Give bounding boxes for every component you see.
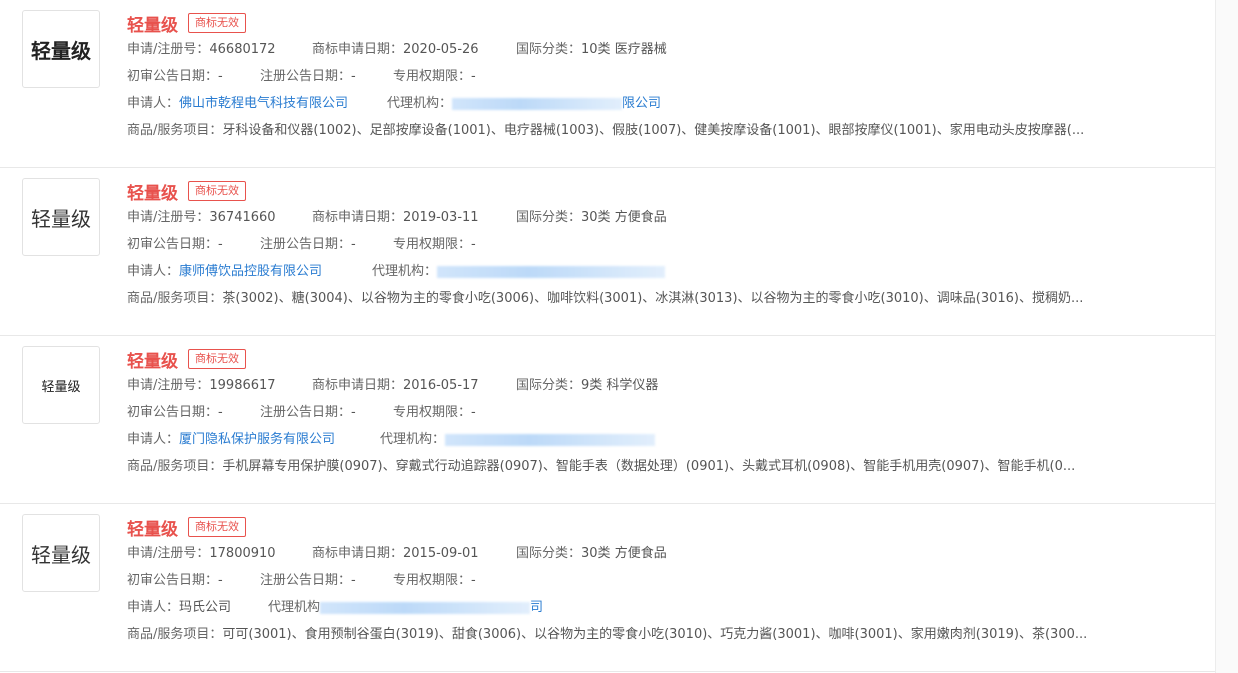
reg-no-field: 申请/注册号：17800910 — [127, 546, 276, 561]
prelim-date-field: 初审公告日期：- — [127, 573, 223, 588]
reg-no-field: 申请/注册号：46680172 — [127, 42, 276, 57]
info-row-goods: 商品/服务项目：茶(3002)、糖(3004)、以谷物为主的零食小吃(3006)… — [127, 285, 1187, 312]
apply-date-field: 商标申请日期：2016-05-17 — [312, 378, 479, 393]
agent-link[interactable]: 司 — [530, 600, 543, 615]
title-row: 轻量级 商标无效 — [127, 514, 1187, 540]
info-row-registration: 申请/注册号：46680172 商标申请日期：2020-05-26 国际分类：10类… — [127, 36, 1187, 63]
info-row-parties: 申请人：玛氏公司 代理机构司 — [127, 594, 1187, 621]
status-badge: 商标无效 — [188, 349, 246, 369]
term-field: 专用权期限：- — [393, 405, 476, 420]
redacted-agent-mask — [445, 433, 656, 446]
trademark-name-link[interactable]: 轻量级 — [127, 515, 178, 540]
list-item[interactable]: 轻量级 轻量级 商标无效 申请/注册号：17800910 商标申请日期：2015-… — [0, 504, 1215, 672]
item-content: 轻量级 商标无效 申请/注册号：17800910 商标申请日期：2015-09-0… — [127, 514, 1187, 648]
applicant-name: 玛氏公司 — [179, 600, 232, 615]
item-content: 轻量级 商标无效 申请/注册号：36741660 商标申请日期：2019-03-1… — [127, 178, 1187, 312]
term-field: 专用权期限：- — [393, 69, 476, 84]
apply-date-field: 商标申请日期：2019-03-11 — [312, 210, 479, 225]
item-content: 轻量级 商标无效 申请/注册号：19986617 商标申请日期：2016-05-1… — [127, 346, 1187, 480]
info-row-goods: 商品/服务项目：牙科设备和仪器(1002)、足部按摩设备(1001)、电疗器械(… — [127, 117, 1187, 144]
status-badge: 商标无效 — [188, 181, 246, 201]
list-item[interactable]: 轻量级 轻量级 商标无效 申请/注册号：19986617 商标申请日期：2016-… — [0, 336, 1215, 504]
title-row: 轻量级 商标无效 — [127, 346, 1187, 372]
trademark-logo[interactable]: 轻量级 — [22, 178, 100, 256]
class-field: 国际分类：30类 方便食品 — [516, 546, 667, 561]
info-row-registration: 申请/注册号：19986617 商标申请日期：2016-05-17 国际分类：9类 … — [127, 372, 1187, 399]
reg-no-field: 申请/注册号：36741660 — [127, 210, 276, 225]
info-row-publication: 初审公告日期：- 注册公告日期：- 专用权期限：- — [127, 567, 1187, 594]
goods-services-field: 商品/服务项目：可可(3001)、食用预制谷蛋白(3019)、甜食(3006)、… — [127, 627, 1088, 642]
agent-field: 代理机构司 — [268, 600, 544, 615]
info-row-registration: 申请/注册号：36741660 商标申请日期：2019-03-11 国际分类：30类… — [127, 204, 1187, 231]
agent-field: 代理机构： — [380, 426, 656, 453]
class-field: 国际分类：30类 方便食品 — [516, 210, 667, 225]
applicant-link[interactable]: 厦门隐私保护服务有限公司 — [179, 432, 335, 447]
apply-date-field: 商标申请日期：2015-09-01 — [312, 546, 479, 561]
goods-services-field: 商品/服务项目：手机屏幕专用保护膜(0907)、穿戴式行动追踪器(0907)、智… — [127, 459, 1076, 474]
agent-link[interactable]: 限公司 — [622, 96, 661, 111]
applicant-link[interactable]: 康师傅饮品控股有限公司 — [179, 264, 322, 279]
class-field: 国际分类：10类 医疗器械 — [516, 42, 667, 57]
reg-pub-date-field: 注册公告日期：- — [260, 69, 356, 84]
prelim-date-field: 初审公告日期：- — [127, 69, 223, 84]
prelim-date-field: 初审公告日期：- — [127, 237, 223, 252]
list-item[interactable]: 轻量级 轻量级 商标无效 申请/注册号：46680172 商标申请日期：2020-… — [0, 0, 1215, 168]
reg-pub-date-field: 注册公告日期：- — [260, 237, 356, 252]
reg-no-field: 申请/注册号：19986617 — [127, 378, 276, 393]
info-row-publication: 初审公告日期：- 注册公告日期：- 专用权期限：- — [127, 63, 1187, 90]
redacted-agent-mask — [320, 601, 531, 614]
info-row-parties: 申请人：康师傅饮品控股有限公司 代理机构： — [127, 258, 1187, 285]
applicant-field: 申请人：佛山市乾程电气科技有限公司 — [127, 96, 349, 111]
trademark-name-link[interactable]: 轻量级 — [127, 347, 178, 372]
info-row-publication: 初审公告日期：- 注册公告日期：- 专用权期限：- — [127, 399, 1187, 426]
applicant-field: 申请人：玛氏公司 — [127, 600, 232, 615]
goods-services-field: 商品/服务项目：牙科设备和仪器(1002)、足部按摩设备(1001)、电疗器械(… — [127, 123, 1085, 138]
trademark-name-link[interactable]: 轻量级 — [127, 11, 178, 36]
redacted-agent-mask — [452, 97, 623, 110]
list-item[interactable]: 轻量级 轻量级 商标无效 申请/注册号：36741660 商标申请日期：2019-… — [0, 168, 1215, 336]
status-badge: 商标无效 — [188, 517, 246, 537]
item-content: 轻量级 商标无效 申请/注册号：46680172 商标申请日期：2020-05-2… — [127, 10, 1187, 144]
info-row-publication: 初审公告日期：- 注册公告日期：- 专用权期限：- — [127, 231, 1187, 258]
applicant-field: 申请人：厦门隐私保护服务有限公司 — [127, 432, 336, 447]
term-field: 专用权期限：- — [393, 573, 476, 588]
trademark-logo[interactable]: 轻量级 — [22, 10, 100, 88]
trademark-logo[interactable]: 轻量级 — [22, 346, 100, 424]
title-row: 轻量级 商标无效 — [127, 10, 1187, 36]
reg-pub-date-field: 注册公告日期：- — [260, 573, 356, 588]
class-field: 国际分类：9类 科学仪器 — [516, 378, 659, 393]
goods-services-field: 商品/服务项目：茶(3002)、糖(3004)、以谷物为主的零食小吃(3006)… — [127, 291, 1084, 306]
reg-pub-date-field: 注册公告日期：- — [260, 405, 356, 420]
redacted-agent-mask — [437, 265, 666, 278]
apply-date-field: 商标申请日期：2020-05-26 — [312, 42, 479, 57]
title-row: 轻量级 商标无效 — [127, 178, 1187, 204]
info-row-goods: 商品/服务项目：手机屏幕专用保护膜(0907)、穿戴式行动追踪器(0907)、智… — [127, 453, 1187, 480]
term-field: 专用权期限：- — [393, 237, 476, 252]
trademark-name-link[interactable]: 轻量级 — [127, 179, 178, 204]
info-row-parties: 申请人：厦门隐私保护服务有限公司 代理机构： — [127, 426, 1187, 453]
scrollbar-track[interactable] — [1215, 0, 1238, 673]
trademark-result-list: 轻量级 轻量级 商标无效 申请/注册号：46680172 商标申请日期：2020-… — [0, 0, 1215, 672]
status-badge: 商标无效 — [188, 13, 246, 33]
info-row-registration: 申请/注册号：17800910 商标申请日期：2015-09-01 国际分类：30类… — [127, 540, 1187, 567]
agent-field: 代理机构： — [372, 258, 666, 285]
info-row-goods: 商品/服务项目：可可(3001)、食用预制谷蛋白(3019)、甜食(3006)、… — [127, 621, 1187, 648]
applicant-field: 申请人：康师傅饮品控股有限公司 — [127, 264, 323, 279]
prelim-date-field: 初审公告日期：- — [127, 405, 223, 420]
agent-field: 代理机构： 限公司 — [387, 96, 662, 111]
applicant-link[interactable]: 佛山市乾程电气科技有限公司 — [179, 96, 348, 111]
trademark-logo[interactable]: 轻量级 — [22, 514, 100, 592]
info-row-parties: 申请人：佛山市乾程电气科技有限公司 代理机构： 限公司 — [127, 90, 1187, 117]
